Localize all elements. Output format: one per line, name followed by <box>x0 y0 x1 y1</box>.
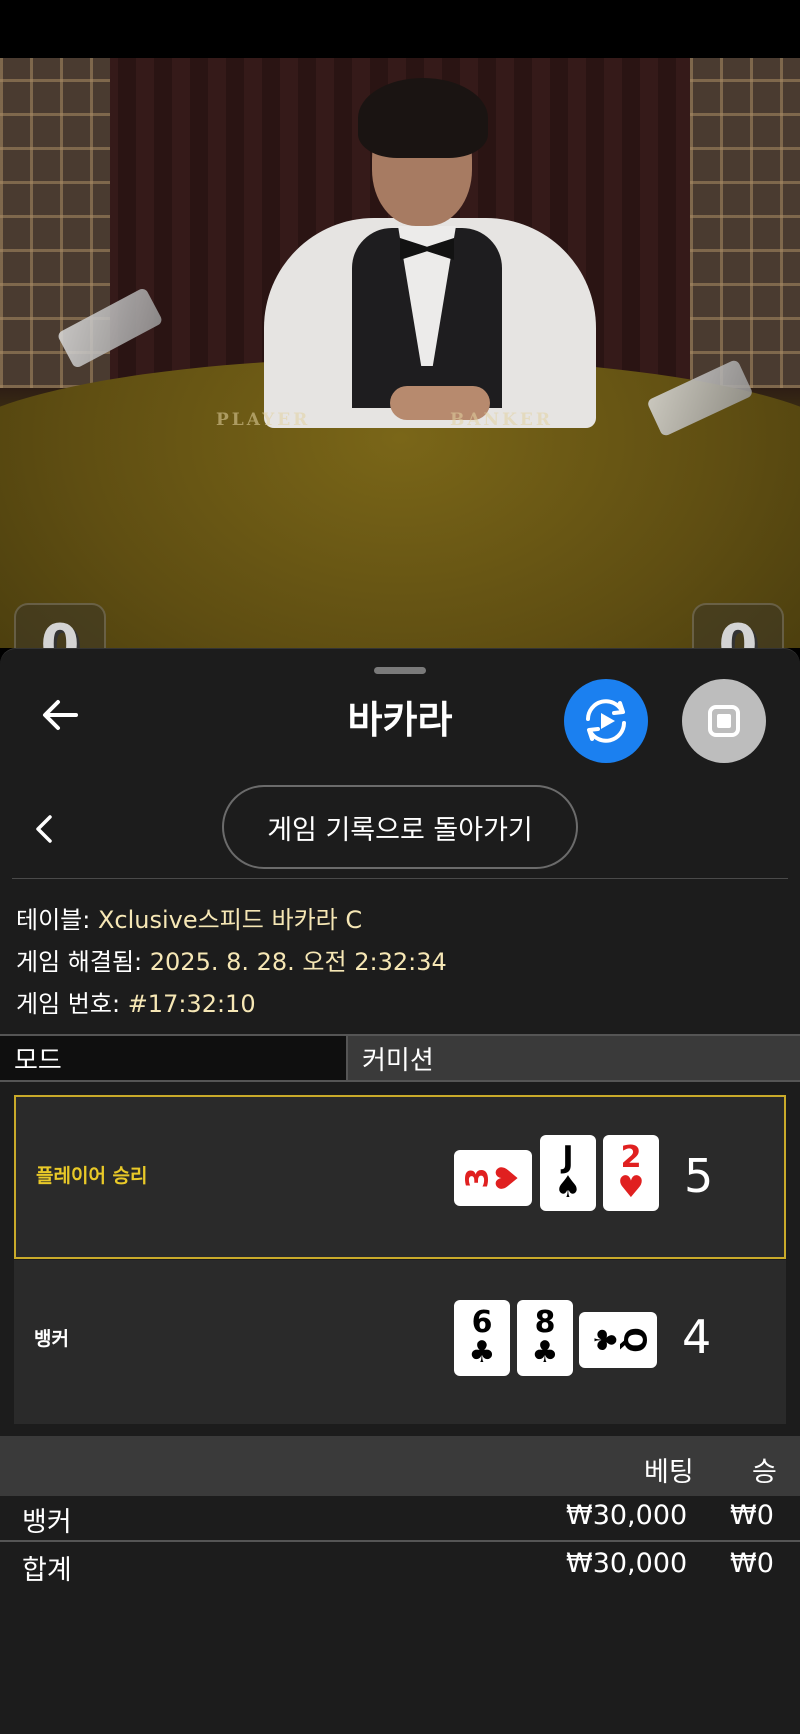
tab-bar: 모드 커미션 <box>0 1034 800 1082</box>
stop-button[interactable] <box>682 679 766 763</box>
table-info: 테이블: Xclusive스피드 바카라 C <box>16 900 362 935</box>
total-row: 합계 ₩30,000 ₩0 <box>0 1544 800 1588</box>
playing-card-icon: 6 ♣ <box>454 1300 510 1376</box>
total-label: 합계 <box>22 1555 72 1586</box>
felt-label-banker: BANKER <box>450 410 553 430</box>
player-result-row: 플레이어 승리 3 ♥ J ♠ 2 ♥ 5 <box>14 1095 786 1259</box>
win-amount: ₩0 <box>730 1500 774 1531</box>
back-to-history-button[interactable]: 게임 기록으로 돌아가기 <box>222 785 578 869</box>
table-info-label: 테이블: <box>16 906 91 934</box>
lattice-screen-right <box>690 58 800 388</box>
bet-amount: ₩30,000 <box>566 1500 688 1531</box>
player-score: 0 <box>40 613 80 648</box>
chevron-left-icon[interactable] <box>30 809 60 849</box>
replay-icon <box>586 699 626 743</box>
playing-card-icon: 3 ♥ <box>454 1150 532 1206</box>
page-title: 바카라 <box>347 698 453 742</box>
bet-name: 뱅커 <box>22 1507 72 1538</box>
banker-score: 0 <box>718 613 758 648</box>
dealer <box>260 68 600 428</box>
playing-card-icon: Q ♣ <box>579 1312 657 1368</box>
banker-score-box: 0 <box>692 603 784 648</box>
tab-mode[interactable]: 모드 <box>0 1036 348 1080</box>
banker-total: 4 <box>682 1310 712 1364</box>
tab-commission[interactable]: 커미션 <box>348 1036 800 1080</box>
game-number-info: 게임 번호: #17:32:10 <box>16 984 256 1019</box>
banker-result-label: 뱅커 <box>34 1328 69 1350</box>
bet-table-header: 베팅 승 <box>0 1436 800 1496</box>
table-info-value: Xclusive스피드 바카라 C <box>97 906 363 934</box>
banker-result-row: 뱅커 6 ♣ 8 ♣ Q ♣ 4 <box>14 1260 786 1424</box>
resolved-info-value: 2025. 8. 28. 오전 2:32:34 <box>149 948 447 976</box>
live-video-stream: PLAYER BANKER 0 0 <box>0 58 800 648</box>
player-total: 5 <box>684 1149 714 1203</box>
resolved-info-label: 게임 해결됨: <box>16 948 143 976</box>
total-bet: ₩30,000 <box>566 1548 688 1579</box>
game-number-value: #17:32:10 <box>127 990 256 1018</box>
table-row: 뱅커 ₩30,000 ₩0 <box>0 1496 800 1540</box>
player-score-box: 0 <box>14 603 106 648</box>
playing-card-icon: 2 ♥ <box>603 1135 659 1211</box>
replay-button[interactable] <box>564 679 648 763</box>
win-column-header: 승 <box>752 1457 777 1488</box>
player-result-label: 플레이어 승리 <box>36 1165 148 1187</box>
playing-card-icon: 8 ♣ <box>517 1300 573 1376</box>
resolved-info: 게임 해결됨: 2025. 8. 28. 오전 2:32:34 <box>16 942 447 977</box>
stop-icon <box>708 705 740 737</box>
divider <box>12 878 788 879</box>
felt-label-player: PLAYER <box>216 410 311 430</box>
bet-column-header: 베팅 <box>644 1457 694 1488</box>
playing-card-icon: J ♠ <box>540 1135 596 1211</box>
drag-handle[interactable] <box>374 667 426 674</box>
game-number-label: 게임 번호: <box>16 990 121 1018</box>
divider <box>0 1540 800 1542</box>
total-win: ₩0 <box>730 1548 774 1579</box>
